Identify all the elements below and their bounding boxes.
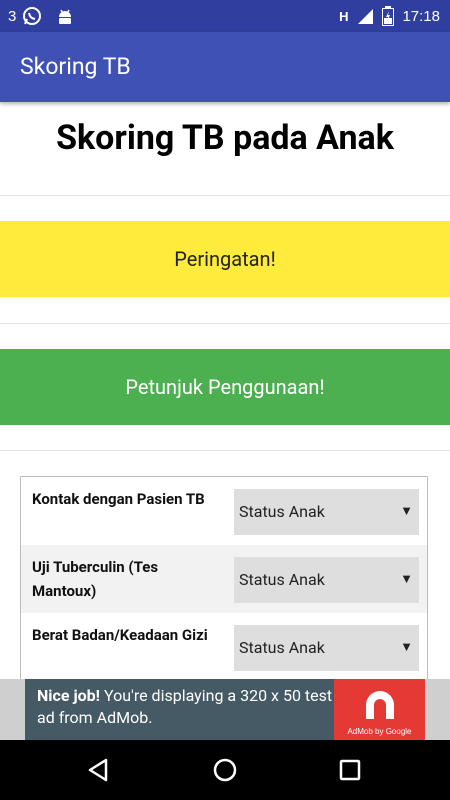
- admob-logo: AdMob by Google: [334, 679, 425, 740]
- select-value: Status Anak: [239, 502, 325, 521]
- page-title: Skoring TB pada Anak: [56, 118, 394, 158]
- app-bar: Skoring TB: [0, 32, 450, 102]
- divider: [0, 450, 450, 451]
- home-icon[interactable]: [212, 757, 238, 783]
- ad-headline: Nice job!: [37, 686, 100, 705]
- back-icon[interactable]: [86, 757, 112, 783]
- battery-icon: [382, 6, 395, 26]
- select-value: Status Anak: [239, 570, 325, 589]
- ad-banner[interactable]: Nice job! You're displaying a 320 x 50 t…: [0, 679, 450, 740]
- criterion-label: Uji Tuberculin (Tes Mantoux): [32, 558, 159, 600]
- app-title: Skoring TB: [20, 53, 131, 80]
- guide-button[interactable]: Petunjuk Penggunaan!: [0, 349, 450, 425]
- warning-button[interactable]: Peringatan!: [0, 221, 450, 297]
- dropdown-arrow-icon: ▼: [400, 640, 413, 655]
- navigation-bar: [0, 740, 450, 800]
- select-value: Status Anak: [239, 638, 325, 657]
- ad-text: Nice job! You're displaying a 320 x 50 t…: [37, 685, 337, 729]
- criterion-label: Berat Badan/Keadaan Gizi: [32, 626, 208, 644]
- network-type: H: [339, 8, 349, 24]
- status-bar-left: 3: [8, 6, 74, 26]
- scoring-table: Kontak dengan Pasien TB Status Anak ▼ Uj…: [20, 476, 428, 696]
- divider: [0, 323, 450, 324]
- status-select[interactable]: Status Anak ▼: [234, 489, 419, 535]
- dropdown-arrow-icon: ▼: [400, 572, 413, 587]
- table-row: Berat Badan/Keadaan Gizi Status Anak ▼: [21, 613, 427, 681]
- status-bar-right: H 17:18: [339, 6, 440, 26]
- signal-icon: [356, 7, 374, 25]
- status-select[interactable]: Status Anak ▼: [234, 625, 419, 671]
- admob-logo-icon: [362, 687, 398, 725]
- ad-content[interactable]: Nice job! You're displaying a 320 x 50 t…: [25, 679, 425, 740]
- dropdown-arrow-icon: ▼: [400, 504, 413, 519]
- criterion-label: Kontak dengan Pasien TB: [32, 490, 205, 508]
- recents-icon[interactable]: [337, 757, 363, 783]
- whatsapp-icon: [22, 6, 42, 26]
- android-icon: [56, 7, 74, 25]
- status-select[interactable]: Status Anak ▼: [234, 557, 419, 603]
- table-row: Uji Tuberculin (Tes Mantoux) Status Anak…: [21, 545, 427, 613]
- divider: [0, 195, 450, 196]
- clock: 17:18: [402, 7, 440, 25]
- ad-brand: AdMob by Google: [347, 727, 412, 736]
- notification-count: 3: [8, 7, 17, 25]
- table-row: Kontak dengan Pasien TB Status Anak ▼: [21, 477, 427, 545]
- status-bar: 3 H 17:18: [0, 0, 450, 32]
